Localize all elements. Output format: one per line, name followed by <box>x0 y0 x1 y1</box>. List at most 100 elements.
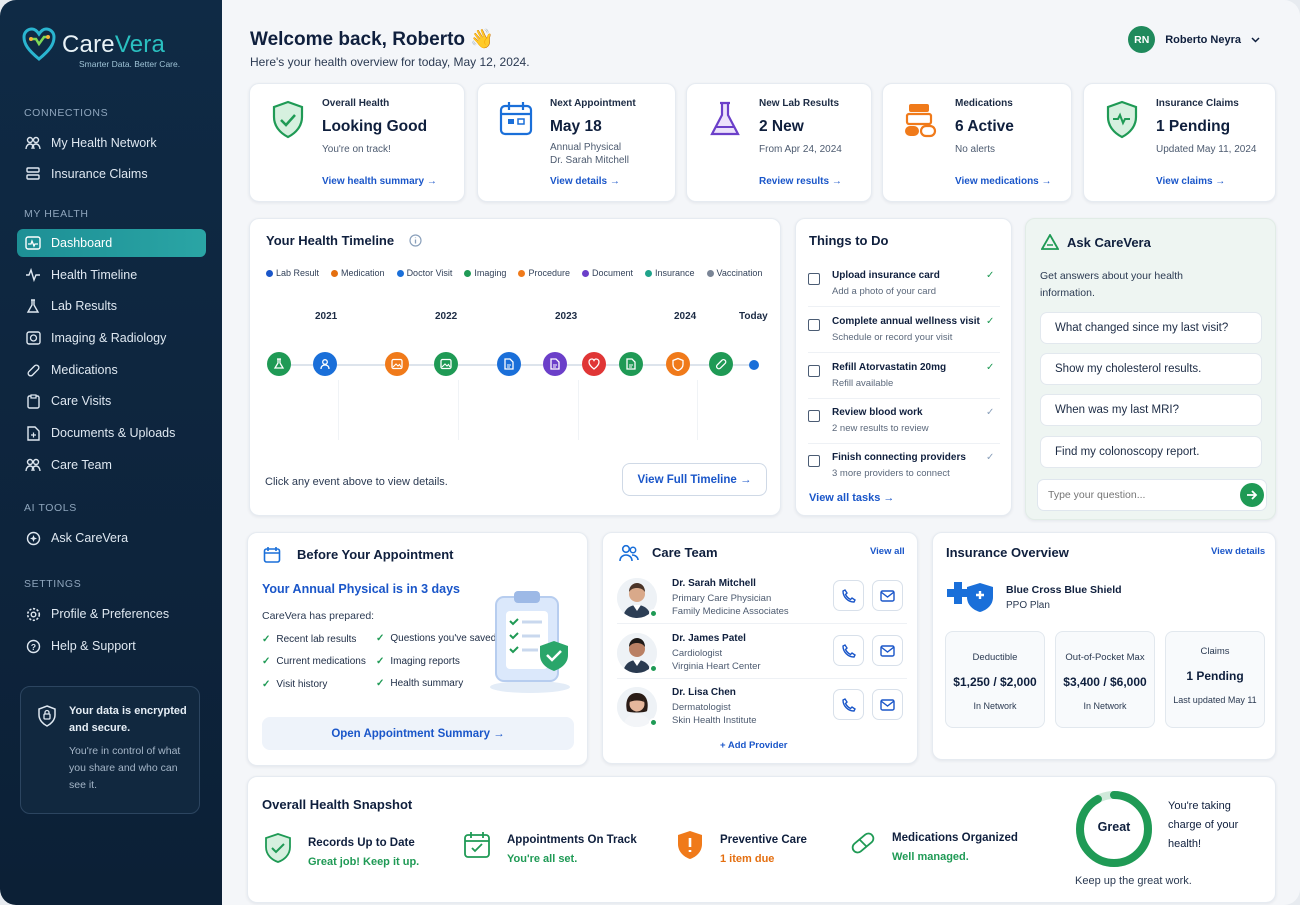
timeline-event[interactable] <box>434 352 458 376</box>
online-status-dot <box>649 718 658 727</box>
nav-dashboard[interactable]: Dashboard <box>17 229 206 257</box>
timeline-event[interactable] <box>267 352 291 376</box>
checkbox[interactable] <box>808 455 820 467</box>
timeline-event[interactable] <box>543 352 567 376</box>
nav-insurance-claims[interactable]: Insurance Claims <box>17 160 206 188</box>
todo-item-title: Review blood work <box>832 407 923 418</box>
prepared-label: CareVera has prepared: <box>262 610 375 622</box>
nav-care-visits[interactable]: Care Visits <box>17 387 206 415</box>
timeline-year: 2024 <box>674 311 697 322</box>
stat-link[interactable]: View medications → <box>955 176 1052 187</box>
suggested-question[interactable]: Show my cholesterol results. <box>1040 353 1262 385</box>
nav-label: Dashboard <box>51 236 113 250</box>
timeline-event[interactable] <box>619 352 643 376</box>
info-icon[interactable] <box>409 234 422 247</box>
message-button[interactable] <box>872 580 903 611</box>
snapshot-item: Records Up to Date Great job! Keep it up… <box>264 833 419 868</box>
call-button[interactable] <box>833 580 864 611</box>
suggested-question[interactable]: Find my colonoscopy report. <box>1040 436 1262 468</box>
nav-label: Lab Results <box>51 299 118 313</box>
legend-item: Procedure <box>518 268 570 278</box>
ai-triangle-icon <box>1041 234 1059 250</box>
nav-lab-results[interactable]: Lab Results <box>17 292 206 320</box>
checkbox[interactable] <box>808 410 820 422</box>
stat-link[interactable]: View claims → <box>1156 176 1225 187</box>
layers-icon <box>25 166 41 182</box>
insurance-oop-max-box: Out-of-Pocket Max $3,400 / $6,000 In Netwo… <box>1055 631 1155 728</box>
snapshot-item-sub: Great job! Keep it up. <box>308 856 420 868</box>
doctor-org: Virginia Heart Center <box>672 661 761 672</box>
shield-check-icon <box>265 833 291 863</box>
welcome-title: Welcome back, Roberto 👋 <box>250 29 494 50</box>
divider <box>808 398 1000 399</box>
send-button[interactable] <box>1240 483 1264 507</box>
dashboard-icon <box>25 235 41 251</box>
people-icon <box>25 135 41 151</box>
stat-card-medications: Medications 6 Active No alerts View medi… <box>882 83 1072 202</box>
nav-profile-preferences[interactable]: Profile & Preferences <box>17 600 206 628</box>
legend-dot <box>266 269 273 277</box>
heart-network-icon <box>22 27 56 61</box>
nav-health-timeline[interactable]: Health Timeline <box>17 261 206 289</box>
todo-item-title: Upload insurance card <box>832 270 940 281</box>
snapshot-item-title: Preventive Care <box>720 834 807 846</box>
legend-dot <box>518 269 526 277</box>
todo-item-sub: Add a photo of your card <box>832 286 937 297</box>
checkbox[interactable] <box>808 365 820 377</box>
timeline-event[interactable] <box>497 352 521 376</box>
divider <box>808 443 1000 444</box>
legend-item: Insurance <box>645 268 695 278</box>
call-button[interactable] <box>833 635 864 666</box>
open-appointment-summary-button[interactable]: Open Appointment Summary → <box>262 717 574 750</box>
nav-documents-uploads[interactable]: Documents & Uploads <box>17 419 206 447</box>
snapshot-keep-text: Keep up the great work. <box>1075 875 1192 887</box>
view-all-tasks-link[interactable]: View all tasks → <box>809 492 894 504</box>
timeline-event[interactable] <box>709 352 733 376</box>
checkbox[interactable] <box>808 319 820 331</box>
add-provider-link[interactable]: + Add Provider <box>720 740 787 751</box>
timeline-event[interactable] <box>582 352 606 376</box>
mail-icon <box>880 698 895 711</box>
flask-icon <box>710 101 740 136</box>
timeline-event[interactable] <box>313 352 337 376</box>
stat-link[interactable]: Review results → <box>759 176 842 187</box>
checkbox[interactable] <box>808 273 820 285</box>
legend-label: Vaccination <box>716 268 763 278</box>
message-button[interactable] <box>872 689 903 720</box>
stat-detail: Annual Physical <box>550 142 622 153</box>
timeline-year: 2021 <box>315 311 338 322</box>
ask-title: Ask CareVera <box>1067 235 1151 250</box>
user-menu[interactable]: RN Roberto Neyra <box>1128 26 1260 53</box>
check-icon: ✓ <box>986 316 995 327</box>
prepared-item: ✓ Recent lab results <box>262 634 357 645</box>
stat-card-next-appointment: Next Appointment May 18 Annual Physical … <box>477 83 676 202</box>
stat-link[interactable]: View details → <box>550 176 620 187</box>
todo-item-sub: 2 new results to review <box>832 423 929 434</box>
insurance-provider: Blue Cross Blue Shield <box>1006 584 1122 596</box>
call-button[interactable] <box>833 689 864 720</box>
gridline <box>338 380 339 440</box>
stat-value: 2 New <box>759 118 804 135</box>
nav-medications[interactable]: Medications <box>17 356 206 384</box>
stat-detail: From Apr 24, 2024 <box>759 144 842 155</box>
view-full-timeline-button[interactable]: View Full Timeline → <box>622 463 767 496</box>
message-button[interactable] <box>872 635 903 666</box>
insurance-view-details-link[interactable]: View details <box>1211 546 1265 557</box>
legend-label: Document <box>591 268 634 278</box>
nav-help-support[interactable]: ? Help & Support <box>17 632 206 660</box>
timeline-event[interactable] <box>666 352 690 376</box>
nav-imaging-radiology[interactable]: Imaging & Radiology <box>17 324 206 352</box>
nav-ask-carevera[interactable]: Ask CareVera <box>17 524 206 552</box>
care-team-view-all-link[interactable]: View all <box>870 546 905 557</box>
ask-question-input[interactable] <box>1037 479 1267 511</box>
timeline-event[interactable] <box>385 352 409 376</box>
snapshot-item: Medications Organized Well managed. <box>848 828 1018 863</box>
document-icon <box>626 358 636 370</box>
stat-link[interactable]: View health summary → <box>322 176 437 187</box>
timeline-today: Today <box>739 311 768 322</box>
suggested-question[interactable]: When was my last MRI? <box>1040 394 1262 426</box>
nav-care-team[interactable]: Care Team <box>17 451 206 479</box>
nav-my-health-network[interactable]: My Health Network <box>17 129 206 157</box>
suggested-question[interactable]: What changed since my last visit? <box>1040 312 1262 344</box>
logo[interactable]: CareVera Smarter Data. Better Care. <box>22 26 180 69</box>
